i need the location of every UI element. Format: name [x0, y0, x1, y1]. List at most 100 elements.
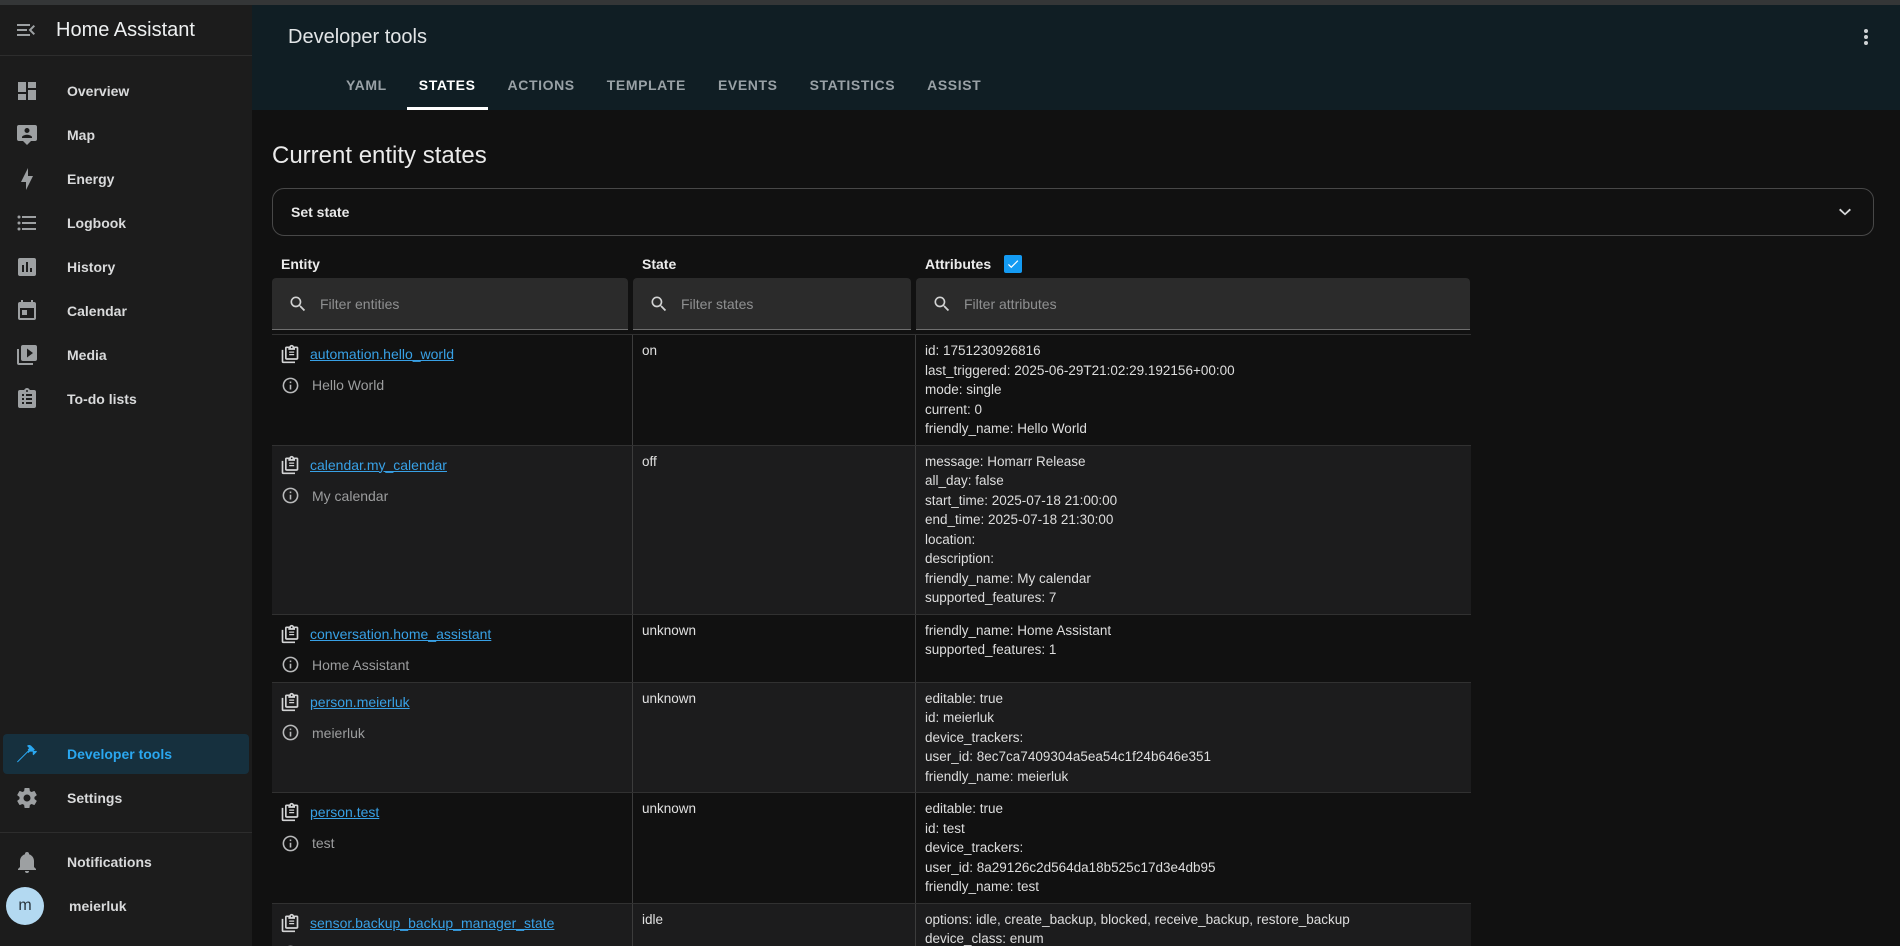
- table-row: conversation.home_assistant Home Assista…: [272, 614, 1471, 682]
- entity-link[interactable]: person.test: [310, 804, 379, 820]
- copy-clipboard-icon[interactable]: [280, 802, 300, 822]
- user-name: meierluk: [69, 898, 127, 914]
- tab-events[interactable]: EVENTS: [706, 62, 790, 110]
- attributes-cell: id: 1751230926816 last_triggered: 2025-0…: [916, 335, 1471, 445]
- sidebar-item-developer-tools[interactable]: Developer tools: [3, 734, 249, 774]
- content: Current entity states Set state Entity S…: [252, 110, 1900, 946]
- copy-clipboard-icon[interactable]: [280, 692, 300, 712]
- sidebar-item-user-profile[interactable]: m meierluk: [3, 886, 249, 926]
- sidebar-item-label: Developer tools: [67, 746, 172, 762]
- lightning-bolt-icon: [15, 167, 39, 191]
- sidebar-item-todo-lists[interactable]: To-do lists: [3, 379, 249, 419]
- state-cell: unknown: [633, 683, 916, 793]
- sidebar-item-calendar[interactable]: Calendar: [3, 291, 249, 331]
- entity-link[interactable]: calendar.my_calendar: [310, 457, 447, 473]
- clipboard-list-icon: [15, 387, 39, 411]
- info-icon[interactable]: [281, 376, 300, 395]
- entity-name-line: Home Assistant: [280, 656, 632, 674]
- copy-clipboard-icon[interactable]: [280, 455, 300, 475]
- entity-name-line: meierluk: [280, 724, 632, 742]
- calendar-icon: [15, 299, 39, 323]
- sidebar-item-media[interactable]: Media: [3, 335, 249, 375]
- tab-template[interactable]: TEMPLATE: [595, 62, 698, 110]
- sidebar-item-settings[interactable]: Settings: [3, 778, 249, 818]
- tab-actions[interactable]: ACTIONS: [496, 62, 587, 110]
- bell-icon: [15, 850, 39, 874]
- attributes-checkbox[interactable]: [1004, 255, 1022, 273]
- main-area: Developer tools YAML STATES ACTIONS TEMP…: [252, 5, 1900, 946]
- entity-id-line: calendar.my_calendar: [280, 456, 632, 474]
- menu-open-icon[interactable]: [14, 18, 38, 42]
- kebab-menu-icon[interactable]: [1854, 25, 1878, 49]
- entity-cell: sensor.backup_backup_manager_state Backu…: [272, 904, 633, 946]
- entity-friendly-name: meierluk: [312, 725, 365, 741]
- info-icon[interactable]: [281, 655, 300, 674]
- chart-box-icon: [15, 255, 39, 279]
- column-header-attributes: Attributes: [916, 255, 1471, 273]
- entity-name-line: test: [280, 834, 632, 852]
- info-icon[interactable]: [281, 723, 300, 742]
- copy-clipboard-icon[interactable]: [280, 913, 300, 933]
- tab-states[interactable]: STATES: [407, 62, 488, 110]
- set-state-label: Set state: [291, 204, 349, 220]
- sidebar-item-logbook[interactable]: Logbook: [3, 203, 249, 243]
- entity-id-line: sensor.backup_backup_manager_state: [280, 914, 632, 932]
- table-filter-row: [272, 278, 1471, 330]
- state-cell: unknown: [633, 615, 916, 682]
- list-bulleted-icon: [15, 211, 39, 235]
- attribute-line: friendly_name: test: [925, 877, 1471, 897]
- entity-name-line: My calendar: [280, 487, 632, 505]
- state-cell: idle: [633, 904, 916, 946]
- attribute-line: message: Homarr Release: [925, 452, 1471, 472]
- entity-cell: calendar.my_calendar My calendar: [272, 446, 633, 614]
- copy-clipboard-icon[interactable]: [280, 624, 300, 644]
- attribute-line: user_id: 8ec7ca7409304a5ea54c1f24b646e35…: [925, 747, 1471, 767]
- entity-link[interactable]: sensor.backup_backup_manager_state: [310, 915, 554, 931]
- info-icon[interactable]: [281, 834, 300, 853]
- entity-filter-input[interactable]: [318, 295, 597, 313]
- attribute-line: start_time: 2025-07-18 21:00:00: [925, 491, 1471, 511]
- sidebar-item-map[interactable]: Map: [3, 115, 249, 155]
- entity-link[interactable]: person.meierluk: [310, 694, 410, 710]
- attribute-line: current: 0: [925, 400, 1471, 420]
- state-filter: [633, 278, 911, 330]
- entity-link[interactable]: conversation.home_assistant: [310, 626, 491, 642]
- attributes-cell: message: Homarr Release all_day: false s…: [916, 446, 1471, 614]
- sidebar-item-label: Energy: [67, 171, 114, 187]
- tab-yaml[interactable]: YAML: [334, 62, 399, 110]
- sidebar-divider: [0, 832, 252, 833]
- entity-id-line: person.meierluk: [280, 693, 632, 711]
- entity-link[interactable]: automation.hello_world: [310, 346, 454, 362]
- sidebar-item-overview[interactable]: Overview: [3, 71, 249, 111]
- sidebar-item-label: Settings: [67, 790, 122, 806]
- attributes-filter-input[interactable]: [962, 295, 1403, 313]
- sidebar-item-notifications[interactable]: Notifications: [3, 842, 249, 882]
- sidebar-item-label: Media: [67, 347, 107, 363]
- sidebar-item-label: Map: [67, 127, 95, 143]
- sidebar-item-history[interactable]: History: [3, 247, 249, 287]
- sidebar-item-energy[interactable]: Energy: [3, 159, 249, 199]
- column-header-label: Entity: [281, 256, 320, 272]
- search-icon: [649, 294, 669, 314]
- info-icon[interactable]: [281, 486, 300, 505]
- tab-statistics[interactable]: STATISTICS: [798, 62, 908, 110]
- table-row: automation.hello_world Hello World on id…: [272, 334, 1471, 445]
- window-top-edge: [0, 0, 1900, 5]
- attribute-line: friendly_name: Hello World: [925, 419, 1471, 439]
- table-body: automation.hello_world Hello World on id…: [272, 334, 1471, 946]
- state-filter-input[interactable]: [679, 295, 894, 313]
- attribute-line: id: meierluk: [925, 708, 1471, 728]
- tab-assist[interactable]: ASSIST: [915, 62, 993, 110]
- attribute-line: friendly_name: meierluk: [925, 767, 1471, 787]
- column-header-label: State: [642, 256, 676, 272]
- set-state-expander[interactable]: Set state: [272, 188, 1874, 236]
- attributes-cell: friendly_name: Home Assistant supported_…: [916, 615, 1471, 682]
- page-title: Developer tools: [288, 26, 427, 49]
- gear-icon: [15, 786, 39, 810]
- attribute-line: supported_features: 7: [925, 588, 1471, 608]
- entity-id-line: automation.hello_world: [280, 345, 632, 363]
- copy-clipboard-icon[interactable]: [280, 344, 300, 364]
- entity-filter: [272, 278, 628, 330]
- attribute-line: user_id: 8a29126c2d564da18b525c17d3e4db9…: [925, 858, 1471, 878]
- attributes-cell: editable: true id: meierluk device_track…: [916, 683, 1471, 793]
